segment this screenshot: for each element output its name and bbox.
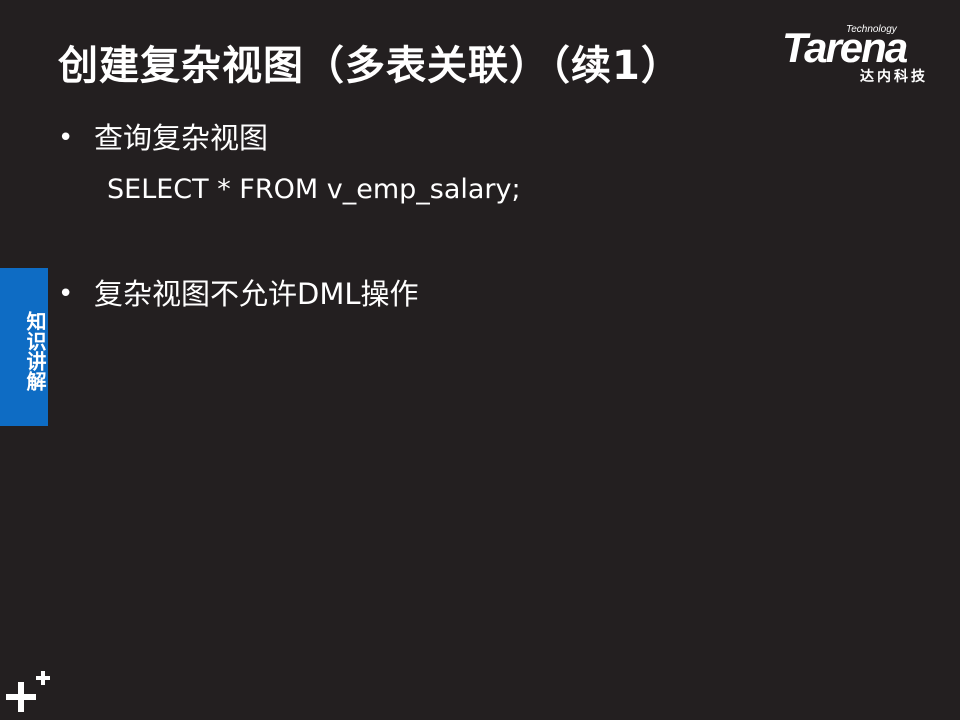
slide: 创建复杂视图（多表关联）（续1） Tarena Technology 达内科技 … — [0, 0, 960, 720]
logo-chinese: 达内科技 — [860, 69, 928, 85]
plus-plus-icon — [6, 671, 50, 712]
bullet-marker: • — [58, 279, 74, 309]
slide-title: 创建复杂视图（多表关联）（续1） — [58, 43, 682, 89]
logo-technology: Technology — [846, 24, 897, 35]
bullet-marker: • — [58, 123, 74, 153]
side-tab[interactable]: 知识讲解 — [0, 268, 48, 426]
tarena-logo: Tarena Technology 达内科技 — [780, 22, 950, 86]
bullet-text: 复杂视图不允许DML操作 — [94, 277, 419, 311]
bullet-text: 查询复杂视图 — [94, 121, 269, 155]
code-line: SELECT * FROM v_emp_salary; — [107, 174, 521, 205]
side-tab-label: 知识讲解 — [23, 311, 47, 391]
